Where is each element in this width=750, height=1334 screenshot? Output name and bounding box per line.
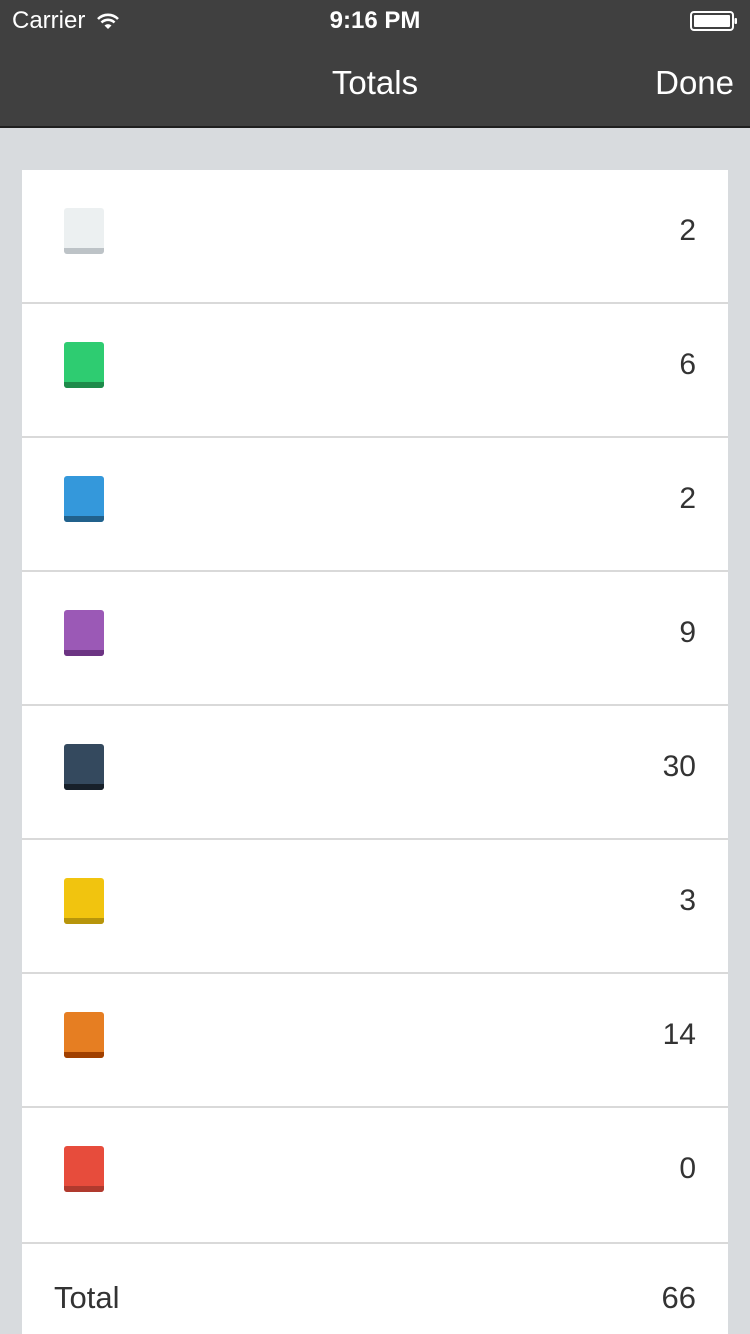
- app-root: Carrier 9:16 PM Totals Done 2 6 2 9 30 3…: [0, 0, 750, 1334]
- color-swatch-icon: [64, 476, 104, 522]
- totals-list: 2 6 2 9 30 3 14 0 Total 66: [22, 170, 728, 1334]
- item-count: 14: [662, 1018, 696, 1051]
- list-item: 2: [22, 438, 728, 572]
- done-button[interactable]: Done: [655, 64, 734, 102]
- item-count: 2: [679, 214, 696, 247]
- total-row: Total 66: [22, 1242, 728, 1334]
- item-count: 2: [679, 482, 696, 515]
- item-count: 3: [679, 884, 696, 917]
- color-swatch-icon: [64, 342, 104, 388]
- item-count: 0: [679, 1152, 696, 1185]
- color-swatch-icon: [64, 1146, 104, 1192]
- item-count: 6: [679, 348, 696, 381]
- color-swatch-icon: [64, 878, 104, 924]
- list-item: 2: [22, 170, 728, 304]
- list-item: 30: [22, 706, 728, 840]
- total-value: 66: [661, 1280, 696, 1315]
- color-swatch-icon: [64, 1012, 104, 1058]
- color-swatch-icon: [64, 208, 104, 254]
- color-rows: 2 6 2 9 30 3 14 0: [22, 170, 728, 1242]
- battery-icon: [690, 11, 737, 31]
- list-item: 6: [22, 304, 728, 438]
- list-item: 3: [22, 840, 728, 974]
- item-count: 9: [679, 616, 696, 649]
- list-item: 14: [22, 974, 728, 1108]
- color-swatch-icon: [64, 610, 104, 656]
- total-label: Total: [54, 1280, 120, 1315]
- page-title: Totals: [331, 64, 419, 101]
- item-count: 30: [662, 750, 696, 783]
- list-item: 0: [22, 1108, 728, 1242]
- navigation-bar: Totals Done: [0, 40, 750, 128]
- color-swatch-icon: [64, 744, 104, 790]
- status-bar: Carrier 9:16 PM: [0, 0, 750, 40]
- clock: 9:16 PM: [329, 7, 421, 34]
- list-item: 9: [22, 572, 728, 706]
